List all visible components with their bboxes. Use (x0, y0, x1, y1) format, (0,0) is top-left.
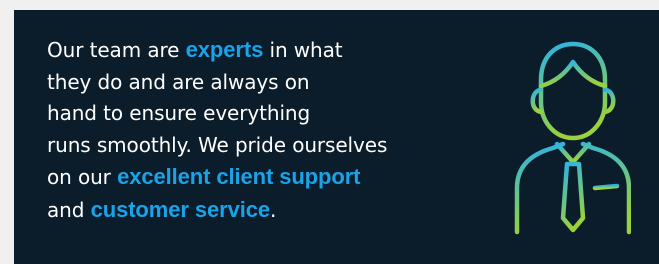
pocket (592, 183, 620, 191)
collar (554, 141, 592, 165)
text-line-3: hand to ensure everything (47, 101, 311, 125)
highlight-customer-service: customer service (90, 196, 271, 222)
head-outline (538, 41, 608, 141)
highlight-experts: experts (185, 37, 264, 62)
hair-line (538, 59, 608, 89)
text-line-5: on our excellent client support (47, 164, 361, 189)
text-line-2: they do and are always on (47, 69, 310, 94)
text-line-6: and customer service. (47, 196, 277, 222)
text-line-4: runs smoothly. We pride ourselves (47, 132, 388, 157)
info-card: Our team are experts in what they do and… (14, 10, 659, 264)
highlight-client-support: excellent client support (117, 164, 361, 189)
text-line-1: Our team are experts in what (47, 37, 343, 62)
support-person-icon (514, 41, 631, 235)
team-description: Our team are experts in what they do and… (47, 34, 487, 226)
tie (560, 161, 586, 233)
